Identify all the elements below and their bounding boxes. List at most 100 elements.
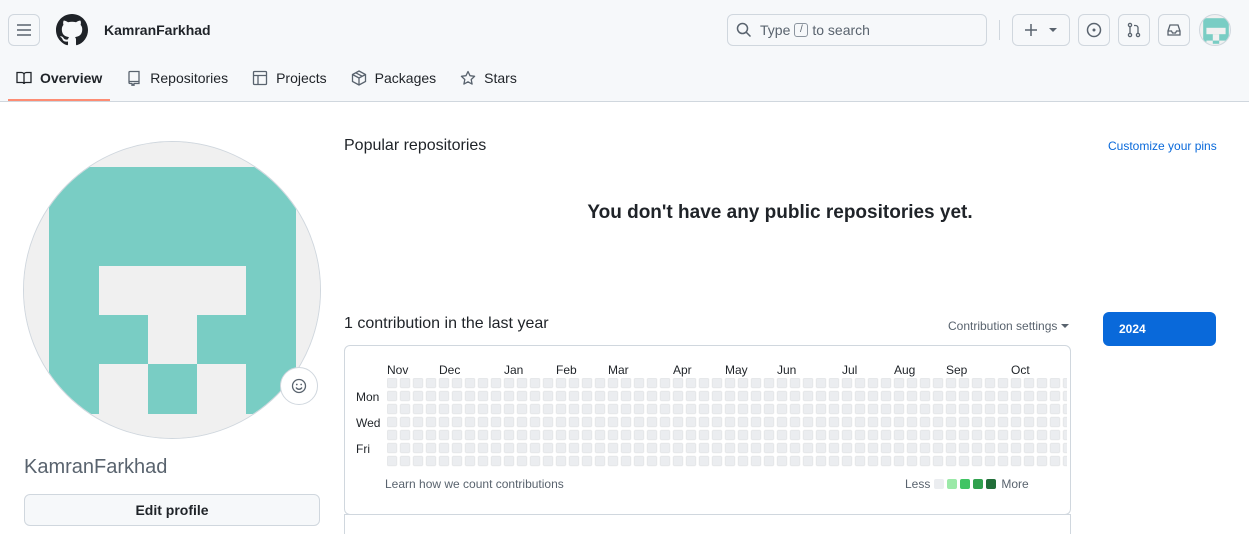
contribution-day-cell[interactable] [425,442,437,454]
contribution-day-cell[interactable] [568,429,580,441]
contribution-day-cell[interactable] [958,442,970,454]
contribution-day-cell[interactable] [841,416,853,428]
contribution-day-cell[interactable] [880,416,892,428]
contribution-day-cell[interactable] [945,416,957,428]
contribution-day-cell[interactable] [542,442,554,454]
contribution-day-cell[interactable] [646,429,658,441]
contribution-day-cell[interactable] [387,455,398,467]
github-logo-icon[interactable] [56,14,88,46]
contribution-day-cell[interactable] [568,455,580,467]
contribution-day-cell[interactable] [646,378,658,389]
contribution-day-cell[interactable] [633,390,645,402]
contribution-day-cell[interactable] [997,455,1009,467]
contribution-day-cell[interactable] [776,429,788,441]
contribution-day-cell[interactable] [932,378,944,389]
contribution-day-cell[interactable] [477,429,489,441]
contribution-day-cell[interactable] [997,416,1009,428]
contribution-day-cell[interactable] [1010,390,1022,402]
contribution-day-cell[interactable] [412,390,424,402]
contribution-day-cell[interactable] [737,429,749,441]
contribution-day-cell[interactable] [906,442,918,454]
contribution-day-cell[interactable] [477,378,489,389]
contribution-day-cell[interactable] [789,455,801,467]
contribution-day-cell[interactable] [945,442,957,454]
inbox-button[interactable] [1158,14,1190,46]
contribution-day-cell[interactable] [932,455,944,467]
contribution-day-cell[interactable] [1023,455,1035,467]
customize-pins-link[interactable]: Customize your pins [1108,139,1217,153]
contribution-day-cell[interactable] [724,442,736,454]
contribution-day-cell[interactable] [776,378,788,389]
pull-requests-button[interactable] [1118,14,1150,46]
contribution-day-cell[interactable] [464,403,476,415]
contribution-day-cell[interactable] [958,455,970,467]
contribution-day-cell[interactable] [698,403,710,415]
contribution-day-cell[interactable] [867,429,879,441]
search-input[interactable]: Type / to search [727,14,987,46]
contribution-day-cell[interactable] [1023,429,1035,441]
contribution-day-cell[interactable] [841,455,853,467]
contribution-day-cell[interactable] [1036,378,1048,389]
contribution-day-cell[interactable] [568,442,580,454]
contribution-day-cell[interactable] [672,416,684,428]
contribution-day-cell[interactable] [581,455,593,467]
contribution-day-cell[interactable] [581,416,593,428]
contribution-day-cell[interactable] [750,390,762,402]
user-avatar[interactable] [1199,14,1231,46]
contribution-day-cell[interactable] [438,403,450,415]
contribution-day-cell[interactable] [971,455,983,467]
contribution-day-cell[interactable] [932,442,944,454]
contribution-day-cell[interactable] [1010,429,1022,441]
contribution-day-cell[interactable] [451,403,463,415]
contribution-day-cell[interactable] [412,416,424,428]
contribution-day-cell[interactable] [438,455,450,467]
contribution-day-cell[interactable] [724,390,736,402]
contribution-day-cell[interactable] [646,416,658,428]
contribution-day-cell[interactable] [919,442,931,454]
contribution-day-cell[interactable] [555,378,567,389]
contribution-day-cell[interactable] [711,429,723,441]
contribution-day-cell[interactable] [568,378,580,389]
contribution-day-cell[interactable] [464,378,476,389]
contribution-day-cell[interactable] [399,390,411,402]
contribution-day-cell[interactable] [893,455,905,467]
contribution-day-cell[interactable] [906,429,918,441]
contribution-day-cell[interactable] [412,455,424,467]
contribution-day-cell[interactable] [659,403,671,415]
contribution-day-cell[interactable] [516,378,528,389]
contribution-settings-dropdown[interactable]: Contribution settings [948,319,1070,333]
contribution-day-cell[interactable] [724,403,736,415]
contribution-day-cell[interactable] [464,455,476,467]
contribution-day-cell[interactable] [919,416,931,428]
contribution-day-cell[interactable] [984,416,996,428]
contribution-day-cell[interactable] [984,442,996,454]
contribution-day-cell[interactable] [867,442,879,454]
contribution-day-cell[interactable] [594,429,606,441]
contribution-day-cell[interactable] [750,378,762,389]
tab-repositories[interactable]: Repositories [118,62,236,94]
contribution-day-cell[interactable] [607,429,619,441]
contribution-day-cell[interactable] [867,390,879,402]
contribution-day-cell[interactable] [633,442,645,454]
contribution-day-cell[interactable] [620,442,632,454]
contribution-day-cell[interactable] [919,378,931,389]
contribution-day-cell[interactable] [607,390,619,402]
contribution-day-cell[interactable] [945,378,957,389]
contribution-day-cell[interactable] [555,403,567,415]
issues-button[interactable] [1078,14,1110,46]
contribution-day-cell[interactable] [672,429,684,441]
contribution-day-cell[interactable] [984,403,996,415]
contribution-day-cell[interactable] [620,378,632,389]
contribution-day-cell[interactable] [594,442,606,454]
contribution-day-cell[interactable] [698,429,710,441]
contribution-day-cell[interactable] [594,455,606,467]
contribution-day-cell[interactable] [854,429,866,441]
contribution-day-cell[interactable] [503,455,515,467]
contribution-day-cell[interactable] [1062,442,1067,454]
contribution-day-cell[interactable] [555,390,567,402]
contribution-day-cell[interactable] [802,442,814,454]
contribution-day-cell[interactable] [659,378,671,389]
contribution-day-cell[interactable] [724,429,736,441]
contribution-day-cell[interactable] [802,416,814,428]
contribution-day-cell[interactable] [387,403,398,415]
